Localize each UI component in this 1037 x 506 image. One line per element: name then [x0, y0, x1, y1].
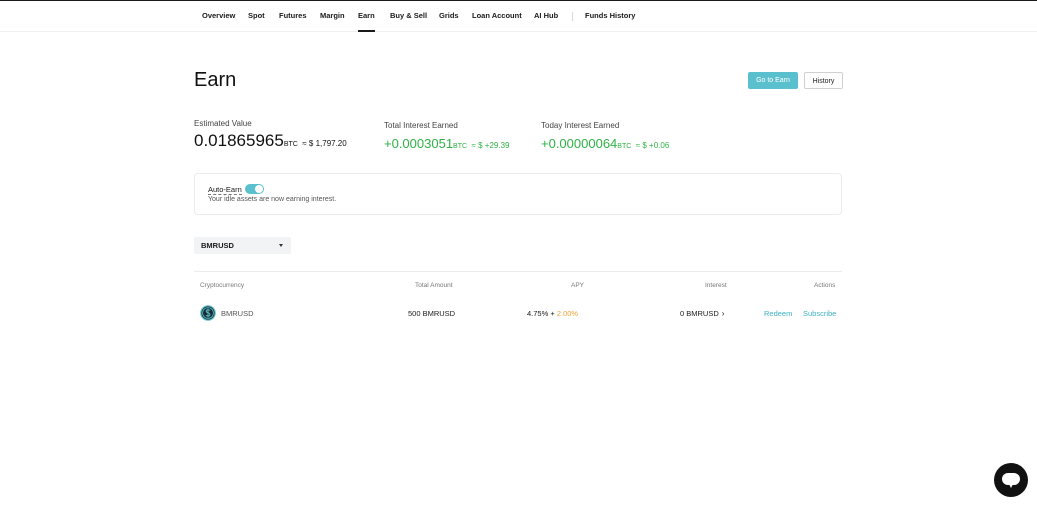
chat-support-button[interactable]	[994, 463, 1028, 497]
nav-earn[interactable]: Earn	[358, 11, 375, 32]
estimated-value-label: Estimated Value	[194, 119, 252, 128]
nav-ai-hub[interactable]: AI Hub	[534, 11, 558, 20]
estimated-value-fiat: ≈ $ 1,797.20	[302, 139, 347, 148]
go-to-earn-button[interactable]: Go to Earn	[748, 72, 798, 89]
today-interest-fiat: ≈ $ +0.06	[635, 141, 670, 150]
auto-earn-label[interactable]: Auto-Earn	[208, 185, 242, 195]
header-apy: APY	[571, 282, 585, 289]
auto-earn-card: Auto-Earn Your idle assets are now earni…	[194, 173, 842, 215]
redeem-link[interactable]: Redeem	[764, 309, 792, 318]
auto-earn-toggle[interactable]	[245, 184, 264, 194]
total-interest-label: Total Interest Earned	[384, 121, 458, 130]
nav-divider	[572, 12, 573, 21]
nav-futures[interactable]: Futures	[279, 11, 307, 20]
header-interest: Interest	[705, 282, 727, 289]
row-apy-bonus: 2.00%	[556, 309, 579, 318]
total-interest-unit: BTC	[453, 143, 468, 150]
header-cryptocurrency: Cryptocurrency	[200, 282, 245, 289]
today-interest-unit: BTC	[617, 143, 632, 150]
toggle-knob	[255, 185, 263, 193]
nav-spot[interactable]: Spot	[248, 11, 265, 20]
header-total-amount: Total Amount	[415, 282, 453, 289]
today-interest-label: Today Interest Earned	[541, 121, 620, 130]
nav-buy-sell[interactable]: Buy & Sell	[390, 11, 427, 20]
nav-loan-account[interactable]: Loan Account	[472, 11, 522, 20]
nav-margin[interactable]: Margin	[320, 11, 345, 20]
top-nav: Overview Spot Futures Margin Earn Buy & …	[0, 1, 1037, 32]
dollar-coin-icon	[200, 305, 216, 321]
total-interest-fiat: ≈ $ +29.39	[471, 141, 510, 150]
total-interest-value: +0.0003051BTC ≈ $ +29.39	[384, 135, 509, 153]
nav-overview[interactable]: Overview	[202, 11, 235, 20]
header-actions: Actions	[814, 282, 836, 289]
auto-earn-description: Your idle assets are now earning interes…	[208, 196, 337, 203]
coin-filter-value: BMRUSD	[201, 241, 234, 250]
chevron-right-icon: ›	[721, 309, 725, 318]
row-apy: 4.75% + 2.00%	[527, 309, 578, 318]
estimated-value-unit: BTC	[283, 141, 298, 148]
nav-grids[interactable]: Grids	[439, 11, 459, 20]
row-interest[interactable]: 0 BMRUSD ›	[680, 309, 724, 318]
table-divider	[194, 271, 842, 272]
row-apy-base: 4.75% +	[527, 309, 557, 318]
estimated-value-amount: 0.01865965	[194, 131, 284, 150]
history-button[interactable]: History	[804, 72, 843, 89]
estimated-value: 0.01865965BTC ≈ $ 1,797.20	[194, 131, 347, 151]
today-interest-amount: +0.00000064	[541, 136, 618, 151]
chat-bubble-icon	[1002, 473, 1020, 488]
row-total-amount: 500 BMRUSD	[408, 309, 456, 318]
page-title: Earn	[194, 69, 237, 91]
coin-filter-select[interactable]: BMRUSD	[194, 237, 291, 254]
nav-funds-history[interactable]: Funds History	[585, 11, 635, 20]
today-interest-value: +0.00000064BTC ≈ $ +0.06	[541, 135, 669, 153]
caret-down-icon	[279, 244, 283, 247]
row-coin-name: BMRUSD	[221, 309, 254, 318]
subscribe-link[interactable]: Subscribe	[803, 309, 836, 318]
row-interest-value: 0 BMRUSD	[680, 309, 719, 318]
total-interest-amount: +0.0003051	[384, 136, 454, 151]
